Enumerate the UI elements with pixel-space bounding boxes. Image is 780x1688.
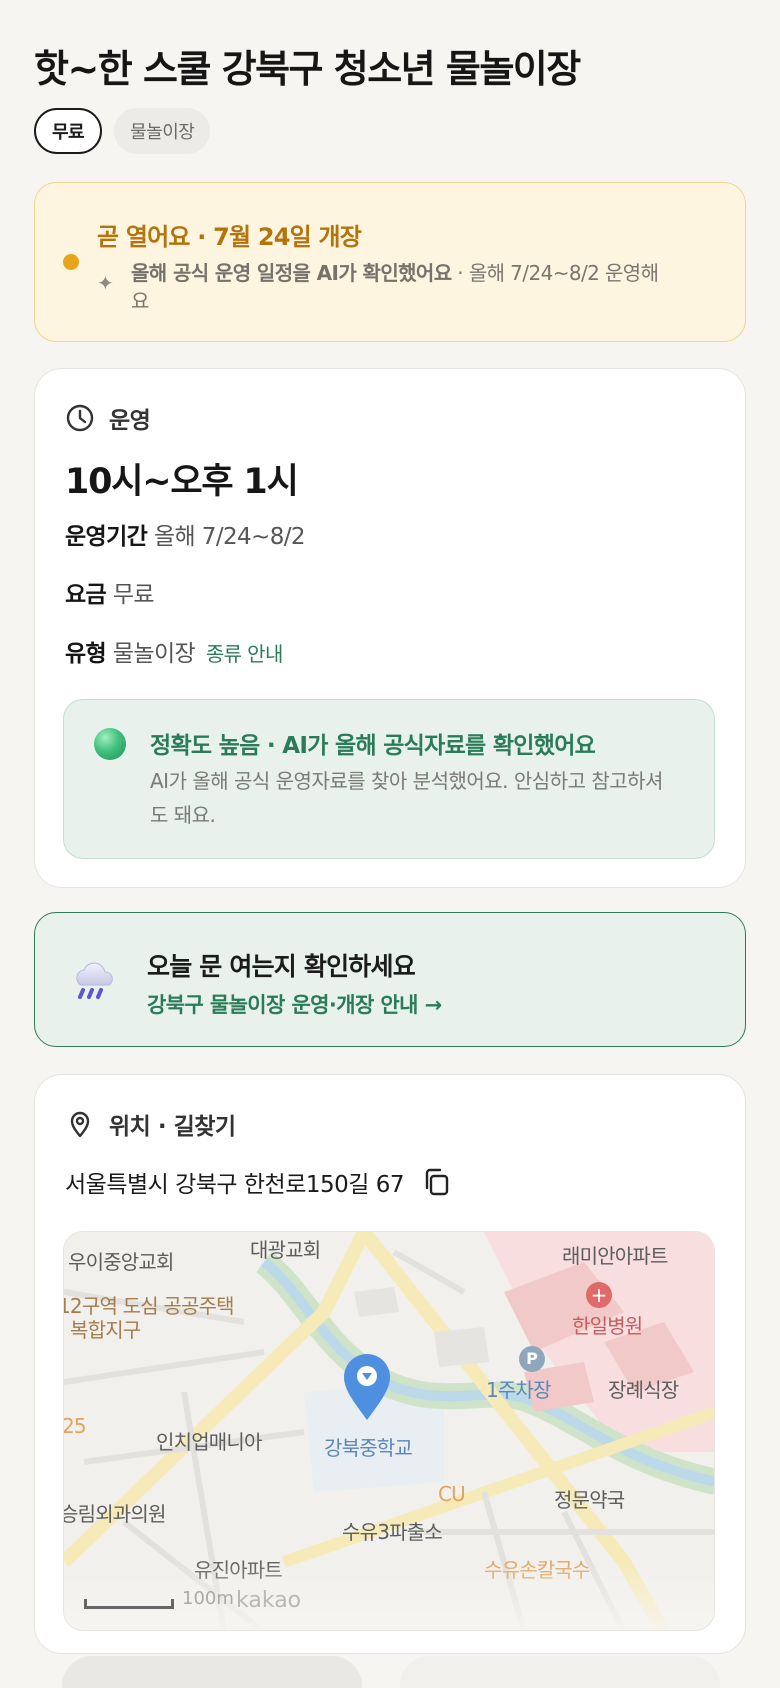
map-pin-icon xyxy=(70,1111,90,1138)
accuracy-headline: 정확도 높음 · AI가 올해 공식자료를 확인했어요 xyxy=(150,733,596,759)
notice-subtext: 올해 공식 운영 일정을 AI가 확인했어요 · 올해 7/24~8/2 운영해… xyxy=(131,259,671,315)
weather-headline: 오늘 문 여는지 확인하세요 xyxy=(147,952,416,981)
address-text: 서울특별시 강북구 한천로150길 67 xyxy=(65,1172,405,1198)
rain-cloud-icon xyxy=(76,962,113,999)
bottom-button-left[interactable] xyxy=(62,1656,362,1688)
notice-headline: 곧 열어요 · 7월 24일 개장 xyxy=(97,223,362,251)
price-tag[interactable]: 무료 xyxy=(34,108,103,154)
map-scale: 100m xyxy=(84,1588,234,1609)
map-label-parking: 1주차장 xyxy=(486,1378,552,1402)
period-value: 올해 7/24~8/2 xyxy=(153,524,306,550)
period-row: 운영기간 올해 7/24~8/2 xyxy=(65,517,306,551)
location-card: 위치 · 길찾기 서울특별시 강북구 한천로150길 67 우이중앙교회 대광교… xyxy=(34,1074,746,1654)
address-row: 서울특별시 강북구 한천로150길 67 xyxy=(65,1165,450,1199)
operation-header: 운영 xyxy=(65,401,151,435)
fee-row: 요금 무료 xyxy=(65,575,155,609)
location-map[interactable]: 우이중앙교회 대광교회 래미안아파트 12구역 도심 공공주택 복합지구 + 한… xyxy=(63,1231,715,1631)
scale-bar xyxy=(84,1599,174,1609)
map-brand-logo: kakao xyxy=(236,1588,302,1613)
map-label-apt-top: 래미안아파트 xyxy=(562,1244,668,1268)
operation-card: 운영 10시~오후 1시 운영기간 올해 7/24~8/2 요금 무료 유형 물… xyxy=(34,368,746,888)
notice-ai-text: 올해 공식 운영 일정을 AI가 확인했어요 xyxy=(131,261,452,285)
sparkle-icon: ✦ xyxy=(97,271,114,295)
map-label-housing2: 복합지구 xyxy=(70,1318,141,1342)
accuracy-orb-icon xyxy=(94,728,126,760)
map-label-pharmacy: 정문약국 xyxy=(554,1488,625,1512)
map-label-church2: 대광교회 xyxy=(250,1238,321,1262)
operation-label: 운영 xyxy=(109,408,151,434)
fee-value: 무료 xyxy=(112,582,155,608)
type-row: 유형 물놀이장 종류 안내 xyxy=(65,634,283,668)
status-dot xyxy=(63,254,79,270)
page-title: 핫~한 스쿨 강북구 청소년 물놀이장 xyxy=(34,47,581,91)
map-label-num: 25 xyxy=(63,1414,87,1438)
location-marker-icon xyxy=(344,1354,390,1420)
bottom-button-right[interactable] xyxy=(400,1656,720,1688)
weather-link[interactable]: 강북구 물놀이장 운영·개장 안내 → xyxy=(147,989,442,1019)
map-label-academy: 인치업매니아 xyxy=(156,1430,262,1454)
type-guide-link[interactable]: 종류 안내 xyxy=(206,642,284,666)
map-label-store: CU xyxy=(438,1482,466,1506)
opening-notice: 곧 열어요 · 7월 24일 개장 ✦ 올해 공식 운영 일정을 AI가 확인했… xyxy=(34,182,746,342)
copy-icon[interactable] xyxy=(422,1167,450,1197)
location-header: 위치 · 길찾기 xyxy=(65,1107,236,1141)
parking-icon: P xyxy=(519,1346,545,1372)
map-label-police: 수유3파출소 xyxy=(342,1520,443,1544)
map-label-clinic: 승림외과의원 xyxy=(63,1502,166,1526)
map-label-church1: 우이중앙교회 xyxy=(68,1250,174,1274)
operating-hours: 10시~오후 1시 xyxy=(65,462,299,502)
hospital-icon: + xyxy=(586,1282,612,1308)
map-label-hospital: 한일병원 xyxy=(572,1314,643,1338)
map-label-funeral: 장례식장 xyxy=(608,1378,679,1402)
map-label-school: 강북중학교 xyxy=(324,1436,413,1460)
fee-key: 요금 xyxy=(65,582,107,608)
type-key: 유형 xyxy=(65,641,107,667)
location-label: 위치 · 길찾기 xyxy=(109,1114,236,1140)
weather-banner[interactable]: 오늘 문 여는지 확인하세요 강북구 물놀이장 운영·개장 안내 → xyxy=(34,912,746,1047)
tag-row: 무료 물놀이장 xyxy=(34,108,211,154)
accuracy-box: 정확도 높음 · AI가 올해 공식자료를 확인했어요 AI가 올해 공식 운영… xyxy=(63,699,715,859)
accuracy-body: AI가 올해 공식 운영자료를 찾아 분석했어요. 안심하고 참고하셔도 돼요. xyxy=(150,769,663,827)
type-tag[interactable]: 물놀이장 xyxy=(114,108,211,154)
scale-label: 100m xyxy=(182,1588,234,1609)
period-key: 운영기간 xyxy=(65,524,148,550)
clock-icon xyxy=(66,404,94,432)
type-value: 물놀이장 xyxy=(112,641,196,667)
